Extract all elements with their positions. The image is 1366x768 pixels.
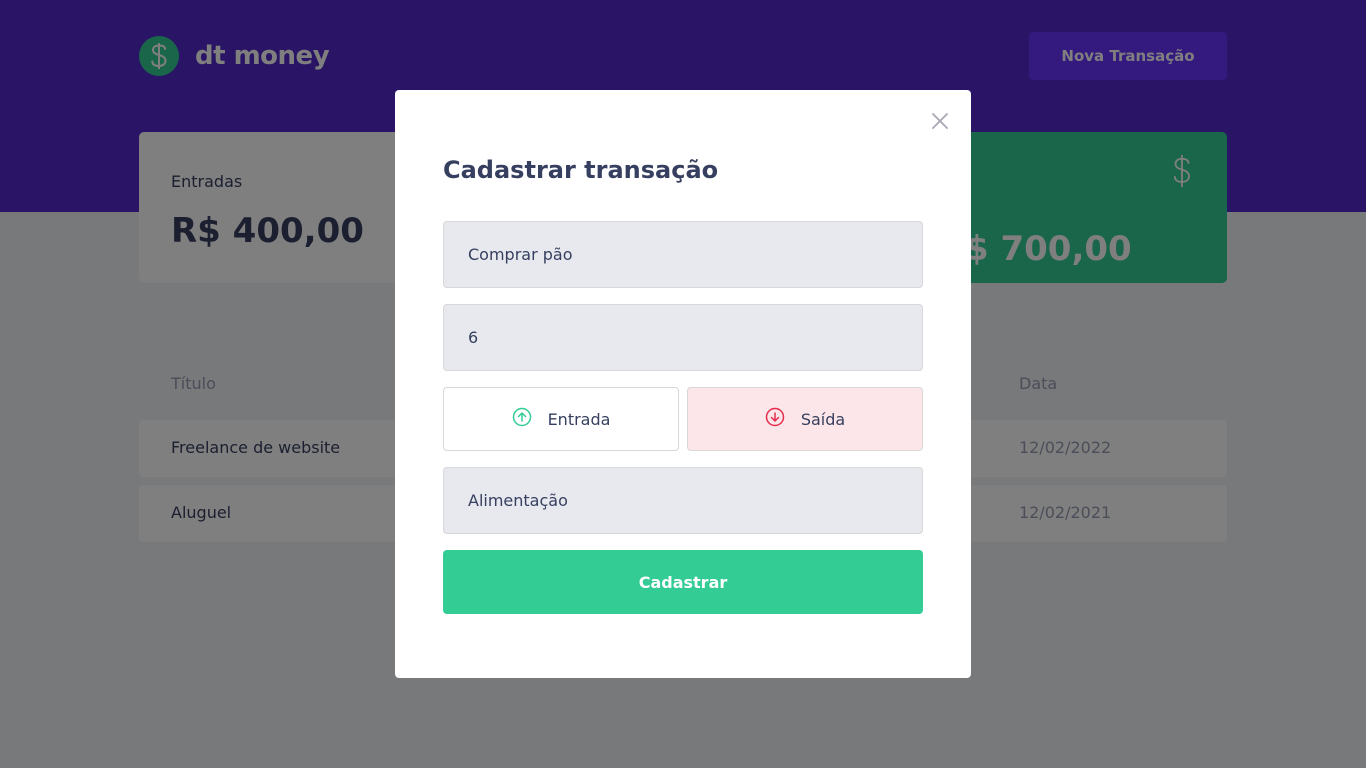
amount-input[interactable] bbox=[443, 304, 923, 371]
title-input[interactable] bbox=[443, 221, 923, 288]
deposit-type-button[interactable]: Entrada bbox=[443, 387, 679, 451]
withdraw-type-button[interactable]: Saída bbox=[687, 387, 923, 451]
category-input[interactable] bbox=[443, 467, 923, 534]
close-icon[interactable] bbox=[926, 110, 954, 132]
new-transaction-modal: Cadastrar transação Entrada Saída Cadast… bbox=[395, 90, 971, 678]
arrow-down-circle-icon bbox=[765, 407, 785, 431]
submit-button[interactable]: Cadastrar bbox=[443, 550, 923, 614]
withdraw-label: Saída bbox=[800, 409, 846, 429]
deposit-label: Entrada bbox=[547, 409, 611, 429]
modal-title: Cadastrar transação bbox=[443, 156, 719, 184]
arrow-up-circle-icon bbox=[512, 407, 532, 431]
